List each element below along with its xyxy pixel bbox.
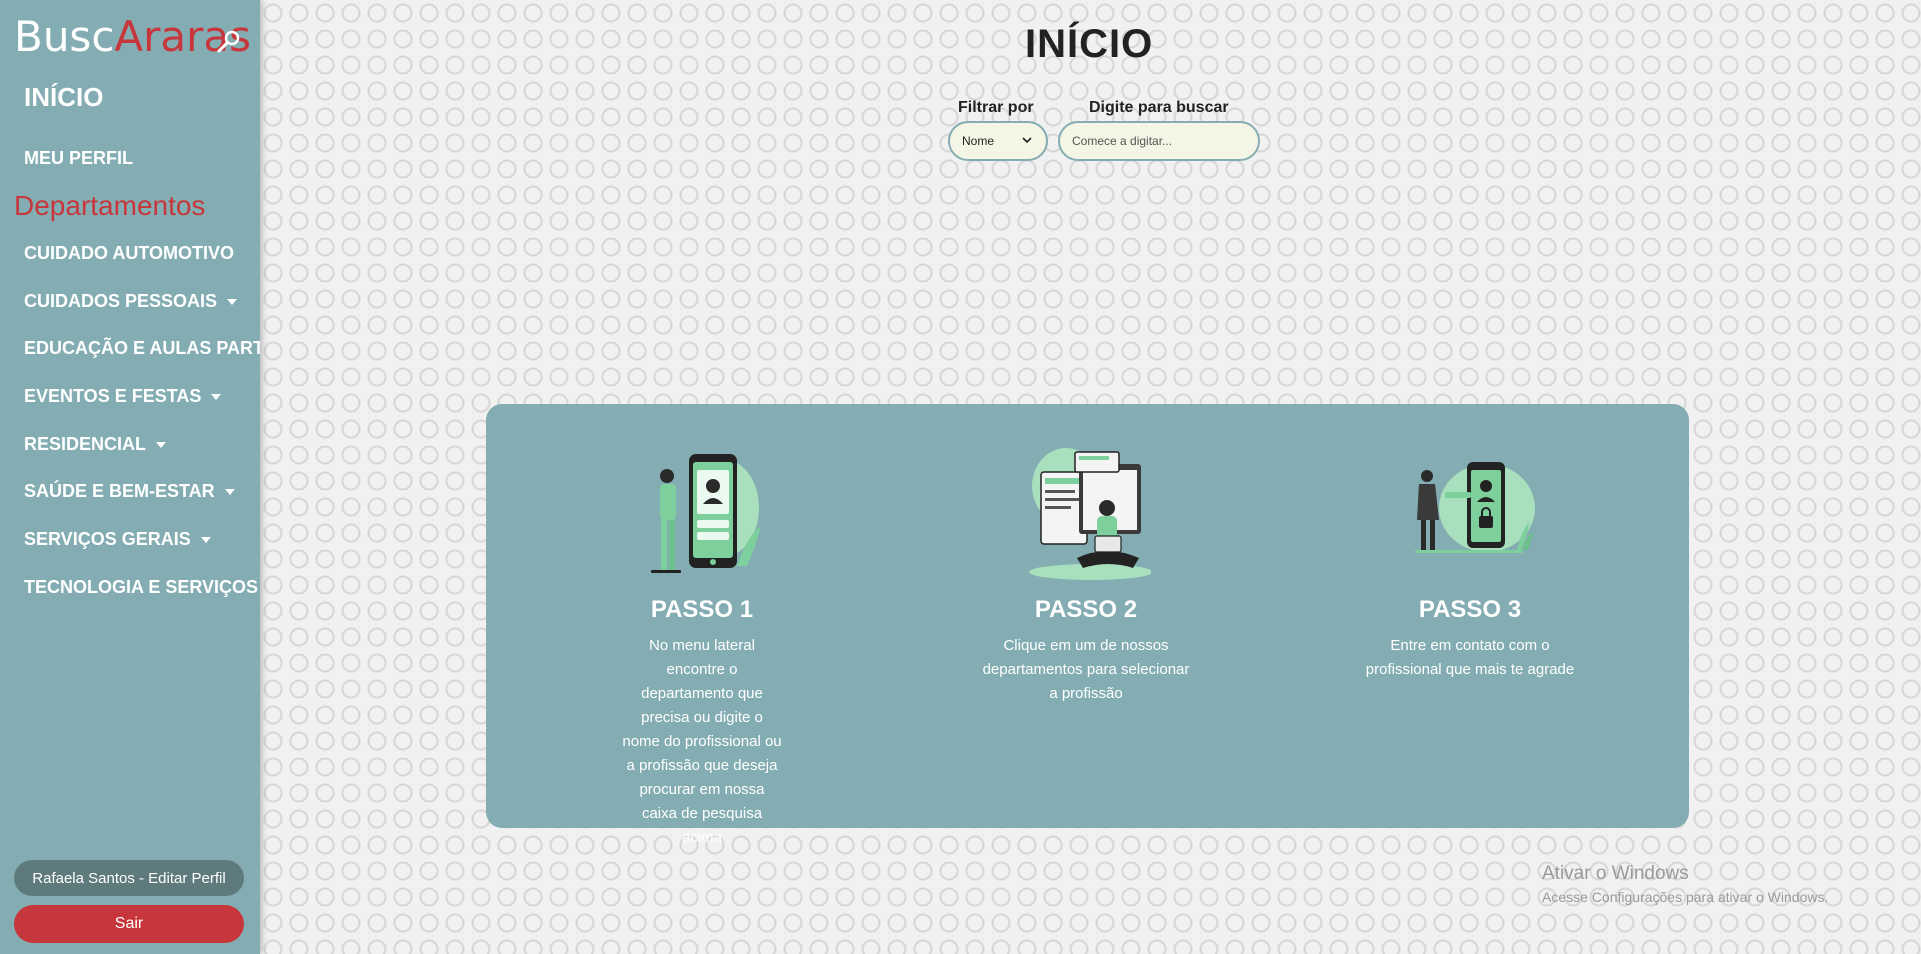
step-title: PASSO 2	[1034, 596, 1138, 623]
department-label: EDUCAÇÃO E AULAS PARTICULARES	[24, 338, 260, 359]
nav-home-link[interactable]: INÍCIO	[24, 82, 103, 113]
watermark-title: Ativar o Windows	[1542, 863, 1689, 884]
step-description: No menu lateral encontre o departamento …	[622, 637, 782, 846]
department-item-cuidados-pessoais[interactable]: CUIDADOS PESSOAIS	[24, 291, 260, 339]
department-label: RESIDENCIAL	[24, 433, 147, 454]
filter-selected-value: Nome	[962, 134, 995, 148]
step-title: PASSO 1	[650, 596, 754, 623]
department-label: CUIDADO AUTOMOTIVO	[24, 243, 234, 263]
step-description: Clique em um de nossos departamentos par…	[982, 637, 1190, 702]
department-label: EVENTOS E FESTAS	[24, 386, 202, 407]
sidebar: BuscAraras INÍCIO MEU PERFIL Departament…	[0, 0, 260, 954]
department-item-educacao[interactable]: EDUCAÇÃO E AULAS PARTICULARES	[24, 338, 260, 386]
step-description: Entre em contato com o profissional que …	[1365, 637, 1575, 678]
caret-down-icon	[224, 489, 235, 496]
department-item-servicos-gerais[interactable]: SERVIÇOS GERAIS	[24, 529, 260, 577]
watermark-subtitle: Acesse Configurações para ativar o Windo…	[1542, 889, 1829, 905]
caret-down-icon	[156, 441, 167, 448]
departments-heading: Departamentos	[14, 190, 206, 221]
search-input[interactable]	[1058, 121, 1260, 161]
phone-lock-illustration	[1415, 462, 1535, 553]
department-label: CUIDADOS PESSOAIS	[24, 290, 218, 311]
department-label: SAÚDE E BEM-ESTAR	[24, 481, 215, 502]
caret-down-icon	[200, 537, 211, 544]
department-item-tecnologia[interactable]: TECNOLOGIA E SERVIÇOS	[24, 577, 260, 625]
department-label: SERVIÇOS GERAIS	[24, 529, 191, 550]
department-item-saude[interactable]: SAÚDE E BEM-ESTAR	[24, 481, 260, 529]
filter-select[interactable]: Nome	[948, 121, 1048, 161]
windows-activation-watermark: Ativar o Windows Acesse Configurações pa…	[1542, 863, 1828, 905]
search-label: Digite para buscar	[1089, 99, 1229, 116]
departments-list: CUIDADO AUTOMOTIVO CUIDADOS PESSOAIS EDU…	[24, 243, 260, 625]
person-laptop-illustration	[1029, 448, 1151, 580]
search-icon	[217, 30, 240, 53]
logo-part1: Busc	[14, 12, 115, 61]
edit-profile-button[interactable]: Rafaela Santos - Editar Perfil	[14, 860, 244, 896]
step-title: PASSO 3	[1418, 596, 1522, 623]
department-item-residencial[interactable]: RESIDENCIAL	[24, 434, 260, 482]
filter-label: Filtrar por	[958, 99, 1034, 116]
department-label: TECNOLOGIA E SERVIÇOS	[24, 576, 259, 597]
logout-button[interactable]: Sair	[14, 905, 244, 943]
chevron-down-icon	[1022, 137, 1032, 144]
caret-down-icon	[227, 298, 238, 305]
department-item-automotivo[interactable]: CUIDADO AUTOMOTIVO	[24, 243, 260, 291]
steps-panel: PASSO 1 No menu lateral encontre o depar…	[486, 404, 1689, 846]
page-title: INÍCIO	[1025, 22, 1154, 66]
nav-profile-link[interactable]: MEU PERFIL	[24, 148, 133, 169]
department-item-eventos[interactable]: EVENTOS E FESTAS	[24, 386, 260, 434]
caret-down-icon	[211, 394, 222, 401]
phone-profile-illustration	[651, 454, 761, 573]
